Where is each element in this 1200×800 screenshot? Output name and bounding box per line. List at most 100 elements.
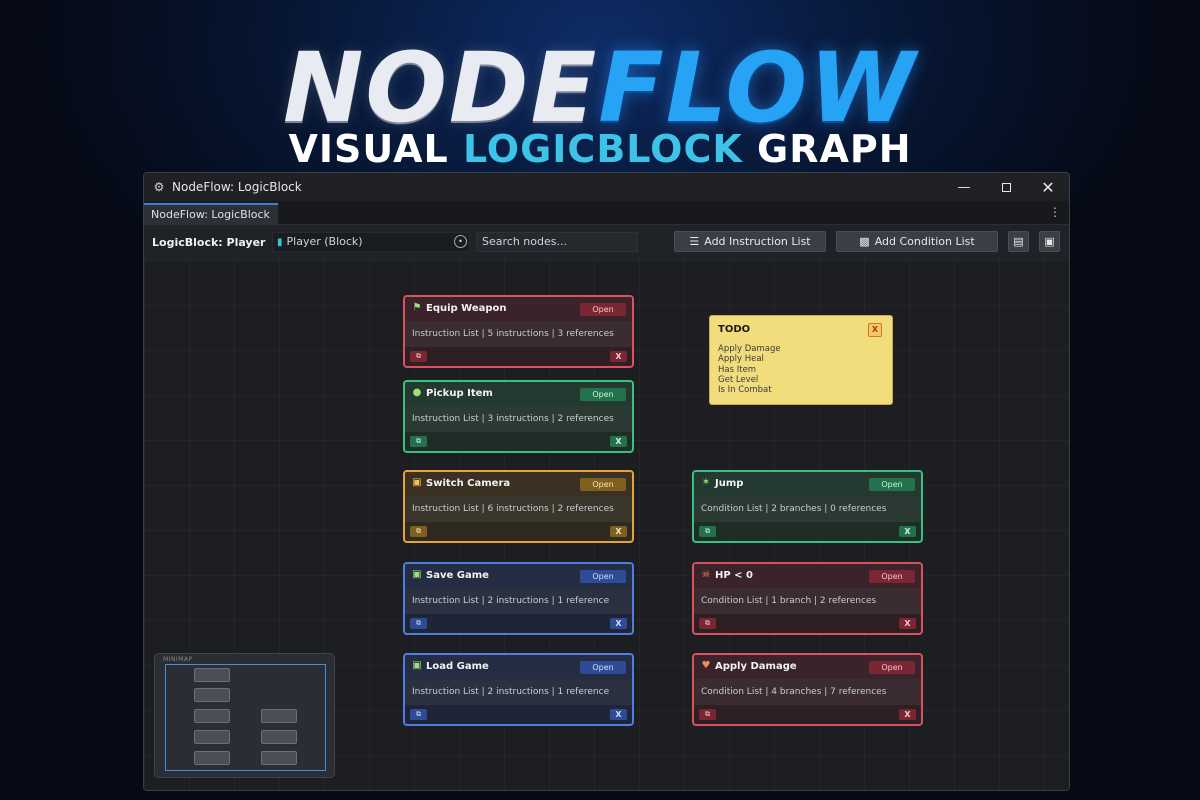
hero-subtitle-part2: GRAPH: [742, 127, 912, 171]
node-footer: ⧉ X: [405, 347, 632, 366]
copy-icon[interactable]: ⧉: [410, 618, 427, 629]
delete-button[interactable]: X: [899, 526, 916, 537]
app-window: ⚙ NodeFlow: LogicBlock — ✕ NodeFlow: Log…: [143, 172, 1070, 791]
minimap-node: [194, 709, 230, 723]
open-button[interactable]: Open: [869, 661, 915, 674]
open-button[interactable]: Open: [580, 661, 626, 674]
node-apply-damage[interactable]: ♥ Apply Damage Open Condition List | 4 b…: [692, 653, 923, 726]
sticky-note-item: Is In Combat: [718, 385, 772, 396]
sticky-note-list: Apply Damage Apply Heal Has Item Get Lev…: [718, 344, 781, 395]
node-title: Apply Damage: [715, 661, 797, 672]
minimize-icon: —: [957, 179, 971, 195]
node-header: ▣ Load Game Open: [405, 655, 632, 679]
add-condition-list-label: Add Condition List: [874, 235, 975, 248]
node-footer: ⧉ X: [405, 705, 632, 724]
open-button[interactable]: Open: [869, 570, 915, 583]
delete-button[interactable]: X: [899, 618, 916, 629]
copy-icon[interactable]: ⧉: [410, 709, 427, 720]
condition-icon: ▩: [859, 235, 870, 248]
copy-icon[interactable]: ⧉: [699, 526, 716, 537]
maximize-button[interactable]: [985, 173, 1027, 201]
weapon-icon: ⚑: [412, 302, 422, 313]
minimap-node: [194, 730, 230, 744]
skull-icon: ☠: [701, 569, 711, 580]
copy-icon[interactable]: ⧉: [410, 351, 427, 362]
open-button[interactable]: Open: [869, 478, 915, 491]
node-body: Instruction List | 3 instructions | 2 re…: [405, 406, 632, 432]
delete-button[interactable]: X: [610, 436, 627, 447]
copy-icon[interactable]: ⧉: [699, 618, 716, 629]
node-info: Instruction List | 2 instructions | 1 re…: [412, 687, 610, 697]
delete-button[interactable]: X: [610, 618, 627, 629]
node-header: ♥ Apply Damage Open: [694, 655, 921, 679]
note-button[interactable]: ▤: [1008, 231, 1029, 252]
add-condition-list-button[interactable]: ▩ Add Condition List: [836, 231, 998, 252]
tab-bar: NodeFlow: LogicBlock ⋮: [144, 201, 1069, 225]
node-header: ▣ Switch Camera Open: [405, 472, 632, 496]
open-button[interactable]: Open: [580, 570, 626, 583]
list-icon: ☰: [689, 235, 700, 248]
node-footer: ⧉ X: [694, 522, 921, 541]
delete-button[interactable]: X: [610, 526, 627, 537]
minimize-button[interactable]: —: [943, 173, 985, 201]
sticky-note-item: Has Item: [718, 364, 757, 375]
sticky-note-item: Apply Damage: [718, 344, 781, 354]
add-instruction-list-button[interactable]: ☰ Add Instruction List: [674, 231, 826, 252]
node-info: Instruction List | 6 instructions | 2 re…: [412, 504, 614, 514]
node-footer: ⧉ X: [694, 705, 921, 724]
node-jump[interactable]: ✶ Jump Open Condition List | 2 branches …: [692, 470, 923, 543]
object-picker-icon[interactable]: •: [454, 235, 467, 248]
block-file-icon: ▮: [277, 237, 283, 248]
node-equip-weapon[interactable]: ⚑ Equip Weapon Open Instruction List | 5…: [403, 295, 634, 368]
node-header: ● Pickup Item Open: [405, 382, 632, 406]
node-info: Condition List | 2 branches | 0 referenc…: [701, 504, 887, 514]
sticky-note-item: Apply Heal: [718, 354, 764, 365]
block-object-field[interactable]: ▮ Player (Block): [272, 232, 470, 252]
delete-button[interactable]: X: [899, 709, 916, 720]
minimap[interactable]: MINIMAP: [154, 653, 335, 778]
close-icon: ✕: [1041, 177, 1055, 197]
node-info: Instruction List | 5 instructions | 3 re…: [412, 329, 614, 339]
node-footer: ⧉ X: [405, 522, 632, 541]
hero-title: NODEFLOW: [0, 38, 1200, 138]
node-header: ☠ HP < 0 Open: [694, 564, 921, 588]
window-title: NodeFlow: LogicBlock: [172, 180, 302, 194]
potion-icon: ●: [412, 387, 422, 398]
tab-nodeflow-logicblock[interactable]: NodeFlow: LogicBlock: [144, 203, 278, 225]
open-button[interactable]: Open: [580, 388, 626, 401]
search-input[interactable]: Search nodes...: [476, 232, 638, 252]
sticky-note-close-button[interactable]: X: [868, 323, 882, 337]
delete-button[interactable]: X: [610, 351, 627, 362]
node-body: Condition List | 4 branches | 7 referenc…: [694, 679, 921, 705]
minimap-viewport[interactable]: [165, 664, 326, 771]
node-load-game[interactable]: ▣ Load Game Open Instruction List | 2 in…: [403, 653, 634, 726]
frame-all-button[interactable]: ▣: [1039, 231, 1060, 252]
sticky-note[interactable]: TODO X Apply Damage Apply Heal Has Item …: [709, 315, 893, 405]
node-info: Instruction List | 2 instructions | 1 re…: [412, 596, 610, 606]
hero-subtitle-part1: VISUAL: [288, 127, 463, 171]
node-save-game[interactable]: ▣ Save Game Open Instruction List | 2 in…: [403, 562, 634, 635]
sticky-note-item: Get Level: [718, 374, 759, 385]
open-button[interactable]: Open: [580, 478, 626, 491]
node-info: Condition List | 4 branches | 7 referenc…: [701, 687, 887, 697]
open-button[interactable]: Open: [580, 303, 626, 316]
minimap-node: [261, 751, 297, 765]
node-switch-camera[interactable]: ▣ Switch Camera Open Instruction List | …: [403, 470, 634, 543]
node-pickup-item[interactable]: ● Pickup Item Open Instruction List | 3 …: [403, 380, 634, 453]
minimap-node: [194, 668, 230, 682]
delete-button[interactable]: X: [610, 709, 627, 720]
node-hp-less-than-zero[interactable]: ☠ HP < 0 Open Condition List | 1 branch …: [692, 562, 923, 635]
copy-icon[interactable]: ⧉: [410, 526, 427, 537]
graph-canvas[interactable]: ⚑ Equip Weapon Open Instruction List | 5…: [144, 260, 1069, 790]
title-bar[interactable]: ⚙ NodeFlow: LogicBlock — ✕: [144, 173, 1069, 201]
block-field-value: Player (Block): [286, 235, 363, 248]
copy-icon[interactable]: ⧉: [410, 436, 427, 447]
node-footer: ⧉ X: [405, 614, 632, 633]
close-button[interactable]: ✕: [1027, 173, 1069, 201]
copy-icon[interactable]: ⧉: [699, 709, 716, 720]
minimap-node: [261, 709, 297, 723]
node-body: Instruction List | 6 instructions | 2 re…: [405, 496, 632, 522]
maximize-icon: [1001, 182, 1011, 192]
tab-menu-icon[interactable]: ⋮: [1049, 205, 1061, 219]
node-body: Instruction List | 2 instructions | 1 re…: [405, 679, 632, 705]
